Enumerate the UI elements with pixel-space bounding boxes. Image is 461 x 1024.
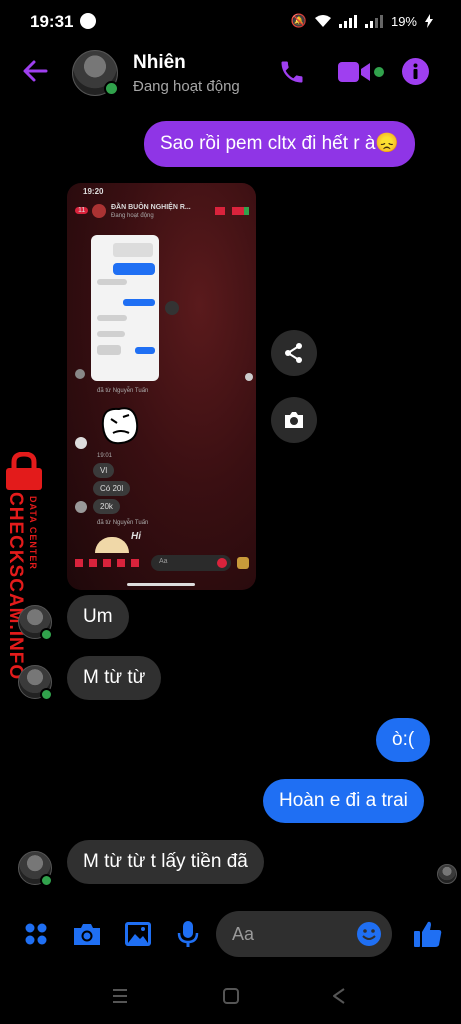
shot-sticker-hi: Hi — [131, 531, 141, 542]
save-photo-button[interactable] — [271, 397, 317, 443]
watermark-tag: DATA CENTER — [28, 496, 38, 570]
messenger-notification-icon — [80, 13, 96, 29]
shot-sender-1: đã từ Nguyễn Tuấn — [97, 388, 149, 394]
back-nav-icon[interactable] — [330, 987, 348, 1005]
message-incoming[interactable]: Um — [67, 595, 129, 639]
message-incoming[interactable]: M từ từ — [67, 656, 162, 700]
message-outgoing[interactable]: Hoàn e đi a trai — [263, 779, 424, 823]
home-icon[interactable] — [222, 987, 240, 1005]
share-icon — [285, 343, 302, 363]
thumbs-up-icon[interactable] — [413, 919, 443, 949]
shot-subtitle: Đang hoạt động — [111, 213, 154, 219]
info-icon[interactable] — [402, 58, 429, 85]
system-nav-bar — [0, 968, 461, 1024]
message-input[interactable]: Aa — [216, 911, 392, 957]
shot-sticker — [95, 397, 145, 449]
contact-presence: Đang hoạt động — [133, 78, 240, 95]
share-button[interactable] — [271, 330, 317, 376]
status-bar: 19:31 🔕 19% — [0, 0, 461, 44]
message-outgoing[interactable]: Sao rồi pem cltx đi hết r à😞 — [144, 121, 416, 167]
online-dot — [40, 874, 53, 887]
camera-icon — [285, 412, 303, 428]
message-outgoing[interactable]: ò:( — [376, 718, 431, 762]
shot-avatar-2 — [75, 437, 87, 449]
emoji-icon[interactable] — [356, 921, 382, 947]
apps-icon[interactable] — [24, 922, 48, 946]
gallery-icon[interactable] — [124, 921, 152, 947]
watermark-brand: CHECKSCAM.INFO — [5, 492, 26, 681]
shot-sender-2: đã từ Nguyễn Tuấn — [97, 520, 149, 526]
shared-screenshot-image[interactable]: 19:20 11 ĐẦN BUÔN NGHIỆN R... Đang hoạt … — [67, 183, 256, 590]
shot-call-icons — [215, 207, 249, 215]
watermark: CHECKSCAM.INFO DATA CENTER — [0, 452, 50, 682]
contact-name[interactable]: Nhiên — [133, 52, 186, 74]
shot-group-avatar — [92, 204, 106, 218]
microphone-icon[interactable] — [177, 920, 199, 948]
online-dot — [40, 628, 53, 641]
video-call-icon[interactable] — [337, 60, 371, 84]
shot-share-icon — [165, 301, 179, 315]
shot-bubble-1: Vl — [93, 463, 115, 478]
video-online-dot — [374, 67, 384, 77]
seen-receipt-avatar — [437, 864, 457, 884]
camera-icon[interactable] — [72, 921, 102, 947]
shot-home-indicator — [127, 583, 195, 586]
shot-composer-input: Aa — [151, 555, 231, 571]
shot-composer-icons — [75, 559, 143, 567]
shot-seen-avatar-right — [245, 373, 253, 381]
shot-inner-screenshot — [91, 235, 159, 381]
status-right: 🔕 19% — [291, 13, 433, 29]
shot-sticker-2 — [95, 537, 129, 553]
message-input-placeholder: Aa — [232, 924, 255, 944]
online-dot — [104, 81, 119, 96]
shot-badge: 11 — [75, 207, 89, 214]
signal-1-icon — [338, 14, 357, 28]
recent-apps-icon[interactable] — [111, 988, 129, 1004]
shot-bubble-2: Có 20l — [93, 481, 131, 496]
online-dot — [40, 688, 53, 701]
battery-label: 19% — [390, 13, 417, 29]
shot-composer-placeholder: Aa — [159, 558, 168, 565]
shot-avatar-3 — [75, 501, 87, 513]
shot-bubble-3: 20k — [93, 499, 120, 514]
mute-icon: 🔕 — [290, 13, 307, 28]
back-arrow-icon[interactable] — [20, 56, 50, 86]
shot-time: 19:20 — [83, 187, 104, 196]
signal-2-icon — [364, 14, 383, 28]
phone-call-icon[interactable] — [278, 58, 306, 86]
shot-title: ĐẦN BUÔN NGHIỆN R... — [111, 204, 191, 211]
shot-dog-icon — [237, 557, 249, 569]
shot-emoji-icon — [217, 558, 227, 568]
message-incoming[interactable]: M từ từ t lấy tiền đã — [67, 840, 264, 884]
charging-icon — [425, 14, 433, 28]
status-time: 19:31 — [30, 12, 74, 31]
shot-time-label: 19:01 — [97, 453, 113, 459]
padlock-icon — [6, 452, 42, 490]
wifi-icon — [314, 14, 331, 27]
shot-seen-avatar — [75, 369, 85, 379]
